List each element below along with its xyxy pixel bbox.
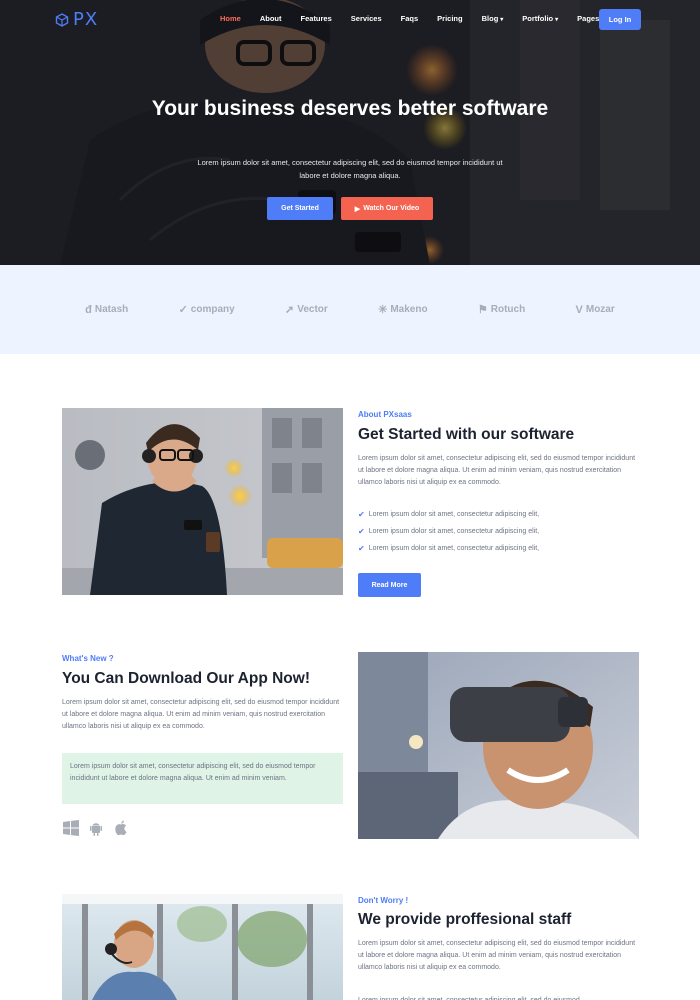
check-icon: ✔ — [358, 510, 365, 519]
nav-item-portfolio[interactable]: Portfolio ▾ — [522, 14, 558, 23]
check-icon: ✔ — [358, 527, 365, 536]
about-title: Get Started with our software — [358, 426, 575, 443]
nav-item-portfolio-label: Portfolio — [522, 14, 554, 23]
android-icon[interactable] — [87, 819, 104, 836]
staff-body: Lorem ipsum dolor sit amet, consectetur … — [358, 940, 636, 971]
platform-icons — [62, 819, 129, 836]
hero-overlay — [0, 0, 700, 265]
app-body: Lorem ipsum dolor sit amet, consectetur … — [62, 699, 340, 730]
chevron-down-icon: ▾ — [555, 17, 559, 23]
v-icon: V — [575, 303, 583, 316]
hero-title: Your business deserves better software — [151, 97, 549, 120]
list-item: ✔ Lorem ipsum dolor sit amet, consectetur… — [358, 506, 539, 523]
nav-item-pages-label: Pages — [577, 14, 600, 23]
nav-item-about[interactable]: About — [260, 14, 282, 23]
about-body: Lorem ipsum dolor sit amet, consectetur … — [358, 455, 636, 486]
client-name: Makeno — [390, 304, 428, 315]
login-button[interactable]: Log In — [599, 9, 641, 30]
client-name: company — [190, 304, 235, 315]
nav-item-pricing[interactable]: Pricing — [437, 14, 462, 23]
nav-item-services[interactable]: Services — [351, 14, 382, 23]
about-checklist: ✔ Lorem ipsum dolor sit amet, consectetur… — [358, 506, 539, 557]
staff-title: We provide proffesional staff — [358, 911, 572, 928]
arrow-icon: ➚ — [285, 304, 295, 316]
cube-logo-icon — [55, 12, 69, 27]
client-logo-vector: ➚ Vector — [285, 303, 328, 316]
client-logo-natash: đ Natash — [85, 304, 128, 316]
hero-section: PX Home About Features Services Faqs Pri… — [0, 0, 700, 265]
list-item-text: Lorem ipsum dolor sit amet, consectetur … — [368, 545, 540, 552]
client-logo-rotuch: ⚑ Rotuch — [478, 303, 525, 316]
flag-icon: ⚑ — [477, 304, 488, 316]
play-icon: ▶ — [354, 205, 361, 213]
brand-name: PX — [73, 9, 99, 30]
check-icon: ✔ — [358, 544, 365, 553]
about-eyebrow: About PXsaas — [358, 410, 412, 419]
client-logo-company: ✓ company — [179, 303, 235, 316]
staff-body-2: Lorem ipsum dolor sit amet, consectetur … — [358, 995, 638, 1000]
sparkle-icon: ✳ — [378, 304, 388, 316]
nav-item-blog-label: Blog — [481, 14, 499, 23]
checkmark-icon: ✓ — [178, 304, 188, 316]
hero-subtitle: Lorem ipsum dolor sit amet, consectetur … — [197, 158, 503, 180]
client-name: Mozar — [585, 304, 615, 315]
main-nav: Home About Features Services Faqs Pricin… — [220, 14, 623, 23]
client-logo-mozar: V Mozar — [576, 304, 615, 316]
client-name: Rotuch — [490, 304, 526, 315]
nav-item-home[interactable]: Home — [220, 14, 241, 23]
app-eyebrow: What's New ? — [62, 654, 114, 663]
list-item: ✔ Lorem ipsum dolor sit amet, consectetur… — [358, 540, 539, 557]
client-name: Natash — [94, 304, 129, 315]
apple-icon[interactable] — [112, 819, 129, 836]
list-item-text: Lorem ipsum dolor sit amet, consectetur … — [368, 511, 540, 518]
nav-item-blog[interactable]: Blog ▾ — [482, 14, 504, 23]
support-agent-photo — [62, 894, 343, 1000]
watch-video-button[interactable]: ▶ Watch Our Video — [341, 197, 433, 220]
watch-video-label: Watch Our Video — [363, 205, 420, 212]
leaf-icon: đ — [85, 303, 92, 316]
nav-item-faqs[interactable]: Faqs — [401, 14, 419, 23]
windows-icon[interactable] — [62, 819, 79, 836]
nav-item-features[interactable]: Features — [301, 14, 332, 23]
app-title: You Can Download Our App Now! — [62, 670, 310, 687]
client-name: Vector — [297, 304, 328, 315]
list-item-text: Lorem ipsum dolor sit amet, consectetur … — [368, 528, 540, 535]
app-note-box: Lorem ipsum dolor sit amet, consectetur … — [62, 753, 343, 804]
list-item: ✔ Lorem ipsum dolor sit amet, consectetur… — [358, 523, 539, 540]
chevron-down-icon: ▾ — [500, 17, 504, 23]
client-logo-makeno: ✳ Makeno — [378, 303, 427, 316]
get-started-button[interactable]: Get Started — [267, 197, 333, 220]
staff-eyebrow: Don't Worry ! — [358, 896, 409, 905]
client-logos: đ Natash ✓ company ➚ Vector ✳ Makeno ⚑ Rotuch… — [0, 265, 700, 354]
man-with-phone-photo — [62, 408, 343, 595]
man-with-vr-headset-photo — [358, 652, 639, 839]
brand-logo[interactable]: PX — [55, 9, 98, 30]
app-note-text: Lorem ipsum dolor sit amet, consectetur … — [70, 763, 316, 782]
read-more-button[interactable]: Read More — [358, 573, 421, 597]
